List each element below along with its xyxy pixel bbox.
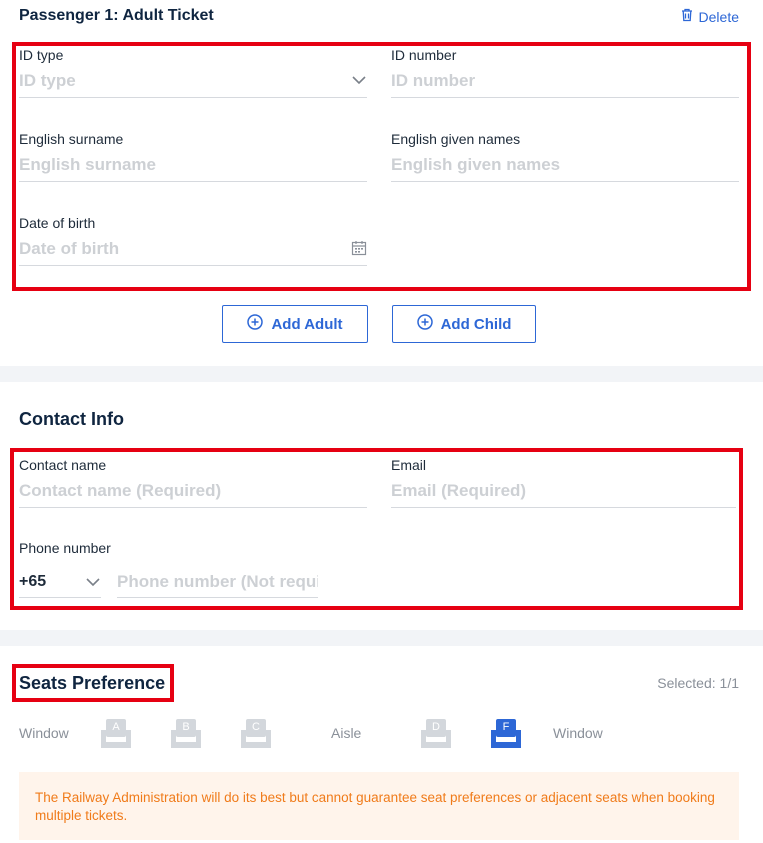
country-code-select[interactable]: +65 <box>19 566 101 598</box>
plus-circle-icon <box>247 314 264 334</box>
surname-field-group: English surname <box>19 131 367 189</box>
seats-title: Seats Preference <box>19 673 166 693</box>
id-type-select[interactable]: ID type <box>19 47 367 105</box>
dob-field-group: Date of birth <box>19 215 367 273</box>
seat-letter: D <box>432 721 440 733</box>
aisle-label: Aisle <box>331 725 362 741</box>
seat-letter: C <box>252 721 260 733</box>
window-right-label: Window <box>553 725 603 741</box>
email-field-group: Email <box>391 457 736 515</box>
email-field[interactable] <box>391 481 736 501</box>
surname-field[interactable] <box>19 155 367 175</box>
surname-label: English surname <box>19 131 124 147</box>
id-number-field[interactable] <box>391 71 739 91</box>
add-child-button[interactable]: Add Child <box>392 305 536 343</box>
phone-number-field[interactable] <box>117 571 318 592</box>
seat-d[interactable]: D <box>420 718 452 750</box>
email-label: Email <box>391 457 427 473</box>
window-left-label: Window <box>19 725 69 741</box>
id-type-label: ID type <box>19 47 64 63</box>
chevron-down-icon[interactable] <box>85 574 101 595</box>
selected-count: Selected: 1/1 <box>657 675 739 691</box>
add-child-label: Add Child <box>440 315 512 333</box>
seat-b[interactable]: B <box>170 718 202 750</box>
seat-preference-notice: The Railway Administration will do its b… <box>19 772 739 840</box>
contact-name-label: Contact name <box>19 457 107 473</box>
contact-name-field-group: Contact name <box>19 457 367 515</box>
id-number-field-group: ID number <box>391 47 739 105</box>
given-names-field[interactable] <box>391 155 739 175</box>
add-adult-button[interactable]: Add Adult <box>222 305 368 343</box>
dob-field[interactable] <box>19 239 367 259</box>
section-divider <box>0 630 763 646</box>
delete-label: Delete <box>698 8 739 25</box>
id-number-label: ID number <box>391 47 457 63</box>
seat-letter: F <box>502 721 510 733</box>
id-type-field[interactable] <box>19 71 367 91</box>
seat-a[interactable]: A <box>100 718 132 750</box>
section-divider <box>0 366 763 382</box>
dob-label: Date of birth <box>19 215 96 231</box>
calendar-icon[interactable] <box>351 240 367 261</box>
contact-title: Contact Info <box>19 409 124 429</box>
seat-c[interactable]: C <box>240 718 272 750</box>
seat-letter: A <box>112 721 120 733</box>
add-adult-label: Add Adult <box>271 315 343 333</box>
chevron-down-icon[interactable] <box>351 72 367 93</box>
contact-name-field[interactable] <box>19 481 367 501</box>
phone-input-wrapper <box>117 548 318 598</box>
delete-passenger-button[interactable]: Delete <box>680 8 739 25</box>
seat-letter: B <box>182 721 190 733</box>
country-code-value: +65 <box>19 572 47 590</box>
given-names-label: English given names <box>391 131 521 147</box>
given-names-field-group: English given names <box>391 131 739 189</box>
seat-f[interactable]: F <box>490 718 522 750</box>
plus-circle-icon <box>416 314 433 334</box>
passenger-title: Passenger 1: Adult Ticket <box>19 7 214 24</box>
trash-icon <box>680 8 694 25</box>
